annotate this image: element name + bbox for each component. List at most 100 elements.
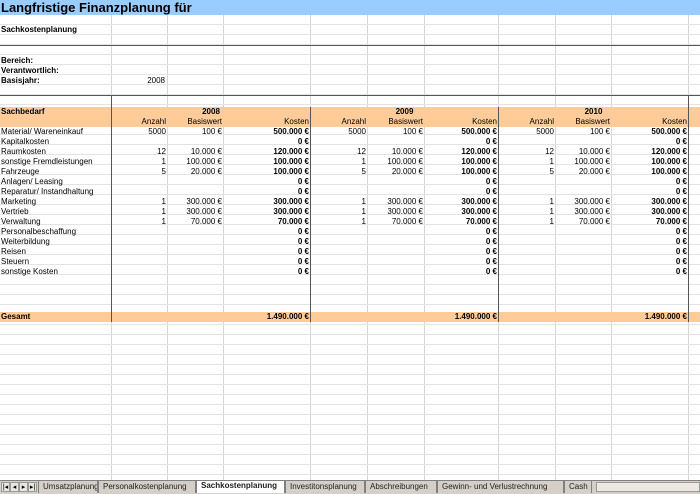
anzahl-2008[interactable]: 1 <box>112 197 166 207</box>
basiswert-2009[interactable] <box>368 237 423 247</box>
anzahl-2010[interactable]: 12 <box>499 147 554 157</box>
anzahl-2009[interactable] <box>311 237 366 247</box>
anzahl-2010[interactable]: 5000 <box>499 127 554 137</box>
basiswert-2010[interactable]: 100.000 € <box>556 157 610 167</box>
basiswert-2009[interactable] <box>368 187 423 197</box>
anzahl-2009[interactable]: 5 <box>311 167 366 177</box>
kosten-2010[interactable]: 500.000 € <box>612 127 687 137</box>
kosten-2010[interactable]: 0 € <box>612 187 687 197</box>
anzahl-2010[interactable]: 1 <box>499 157 554 167</box>
kosten-2008[interactable]: 300.000 € <box>224 197 309 207</box>
basiswert-2010[interactable] <box>556 247 610 257</box>
basiswert-2010[interactable]: 100 € <box>556 127 610 137</box>
basiswert-2008[interactable]: 70.000 € <box>168 217 222 227</box>
kosten-2008[interactable]: 500.000 € <box>224 127 309 137</box>
anzahl-2010[interactable] <box>499 187 554 197</box>
anzahl-2009[interactable]: 1 <box>311 197 366 207</box>
basiswert-2009[interactable]: 300.000 € <box>368 207 423 217</box>
last-sheet-icon[interactable]: ▸| <box>28 482 37 492</box>
anzahl-2010[interactable]: 1 <box>499 217 554 227</box>
basiswert-2010[interactable] <box>556 137 610 147</box>
kosten-2009[interactable]: 120.000 € <box>425 147 497 157</box>
basiswert-2009[interactable]: 100 € <box>368 127 423 137</box>
basiswert-2009[interactable] <box>368 247 423 257</box>
anzahl-2010[interactable]: 1 <box>499 207 554 217</box>
basiswert-2008[interactable]: 300.000 € <box>168 207 222 217</box>
basiswert-2010[interactable]: 300.000 € <box>556 207 610 217</box>
basiswert-2009[interactable]: 20.000 € <box>368 167 423 177</box>
basiswert-2010[interactable] <box>556 227 610 237</box>
sheet-tab[interactable]: Sachkostenplanung <box>196 481 285 493</box>
anzahl-2010[interactable]: 1 <box>499 197 554 207</box>
kosten-2009[interactable]: 300.000 € <box>425 207 497 217</box>
kosten-2008[interactable]: 70.000 € <box>224 217 309 227</box>
kosten-2008[interactable]: 0 € <box>224 177 309 187</box>
basiswert-2008[interactable] <box>168 257 222 267</box>
kosten-2010[interactable]: 0 € <box>612 247 687 257</box>
anzahl-2009[interactable] <box>311 227 366 237</box>
sheet-tab[interactable]: Investitonsplanung <box>285 481 365 493</box>
basiswert-2008[interactable]: 300.000 € <box>168 197 222 207</box>
kosten-2010[interactable]: 100.000 € <box>612 157 687 167</box>
kosten-2010[interactable]: 0 € <box>612 177 687 187</box>
kosten-2009[interactable]: 300.000 € <box>425 197 497 207</box>
sheet-tab[interactable]: Gewinn- und Verlustrechnung <box>437 481 564 493</box>
anzahl-2008[interactable] <box>112 137 166 147</box>
anzahl-2008[interactable] <box>112 257 166 267</box>
kosten-2009[interactable]: 0 € <box>425 257 497 267</box>
basiswert-2008[interactable] <box>168 227 222 237</box>
kosten-2008[interactable]: 0 € <box>224 237 309 247</box>
kosten-2009[interactable]: 0 € <box>425 237 497 247</box>
kosten-2009[interactable]: 70.000 € <box>425 217 497 227</box>
basiswert-2010[interactable]: 70.000 € <box>556 217 610 227</box>
basiswert-2009[interactable] <box>368 177 423 187</box>
kosten-2009[interactable]: 100.000 € <box>425 167 497 177</box>
basiswert-2010[interactable]: 10.000 € <box>556 147 610 157</box>
kosten-2009[interactable]: 0 € <box>425 267 497 277</box>
kosten-2008[interactable]: 0 € <box>224 247 309 257</box>
anzahl-2008[interactable]: 12 <box>112 147 166 157</box>
anzahl-2009[interactable] <box>311 267 366 277</box>
basiswert-2008[interactable]: 10.000 € <box>168 147 222 157</box>
basiswert-2008[interactable]: 20.000 € <box>168 167 222 177</box>
basiswert-2008[interactable] <box>168 177 222 187</box>
anzahl-2010[interactable] <box>499 177 554 187</box>
total-2009[interactable]: 1.490.000 € <box>425 312 497 322</box>
anzahl-2008[interactable] <box>112 177 166 187</box>
anzahl-2009[interactable] <box>311 257 366 267</box>
basisjahr-value[interactable]: 2008 <box>112 76 165 86</box>
anzahl-2008[interactable]: 1 <box>112 217 166 227</box>
basiswert-2010[interactable] <box>556 257 610 267</box>
basiswert-2008[interactable] <box>168 247 222 257</box>
kosten-2009[interactable]: 0 € <box>425 227 497 237</box>
anzahl-2010[interactable] <box>499 237 554 247</box>
kosten-2010[interactable]: 0 € <box>612 257 687 267</box>
sheet-tab[interactable]: Cash <box>564 481 592 493</box>
basiswert-2009[interactable]: 70.000 € <box>368 217 423 227</box>
basiswert-2010[interactable]: 300.000 € <box>556 197 610 207</box>
anzahl-2010[interactable] <box>499 247 554 257</box>
anzahl-2009[interactable]: 1 <box>311 217 366 227</box>
anzahl-2010[interactable] <box>499 227 554 237</box>
anzahl-2009[interactable] <box>311 187 366 197</box>
kosten-2010[interactable]: 300.000 € <box>612 207 687 217</box>
anzahl-2008[interactable]: 1 <box>112 157 166 167</box>
anzahl-2008[interactable]: 5000 <box>112 127 166 137</box>
anzahl-2009[interactable]: 5000 <box>311 127 366 137</box>
total-2010[interactable]: 1.490.000 € <box>612 312 687 322</box>
kosten-2010[interactable]: 300.000 € <box>612 197 687 207</box>
first-sheet-icon[interactable]: |◂ <box>1 482 10 492</box>
basiswert-2008[interactable] <box>168 267 222 277</box>
anzahl-2008[interactable] <box>112 237 166 247</box>
anzahl-2008[interactable] <box>112 267 166 277</box>
anzahl-2008[interactable]: 5 <box>112 167 166 177</box>
basiswert-2008[interactable] <box>168 237 222 247</box>
basiswert-2009[interactable] <box>368 267 423 277</box>
kosten-2010[interactable]: 100.000 € <box>612 167 687 177</box>
kosten-2008[interactable]: 0 € <box>224 137 309 147</box>
kosten-2010[interactable]: 0 € <box>612 227 687 237</box>
kosten-2008[interactable]: 120.000 € <box>224 147 309 157</box>
spreadsheet-grid[interactable]: Sachkostenplanung Bereich: Verantwortlic… <box>0 15 700 480</box>
anzahl-2008[interactable] <box>112 247 166 257</box>
anzahl-2010[interactable] <box>499 257 554 267</box>
